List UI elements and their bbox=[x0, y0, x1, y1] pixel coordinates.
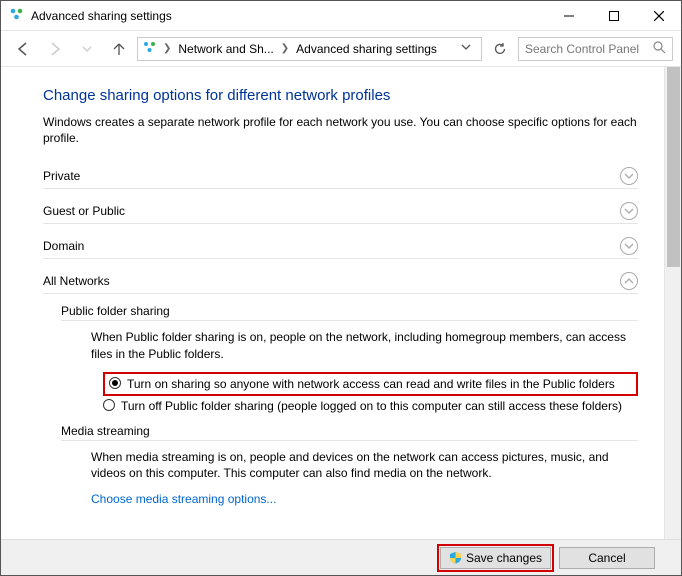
content: Change sharing options for different net… bbox=[1, 67, 664, 541]
sub-desc: When Public folder sharing is on, people… bbox=[91, 329, 638, 361]
radio-turn-off-sharing[interactable]: Turn off Public folder sharing (people l… bbox=[103, 398, 638, 414]
refresh-button[interactable] bbox=[486, 35, 514, 63]
app-icon bbox=[9, 6, 25, 25]
chevron-down-icon bbox=[620, 167, 638, 185]
page-heading: Change sharing options for different net… bbox=[43, 87, 638, 104]
close-button[interactable] bbox=[636, 1, 681, 31]
radio-icon bbox=[103, 399, 115, 411]
save-changes-button[interactable]: Save changes bbox=[440, 547, 551, 569]
chevron-up-icon bbox=[620, 272, 638, 290]
radio-icon bbox=[109, 377, 121, 389]
breadcrumb-item-network[interactable]: Network and Sh... bbox=[174, 40, 277, 58]
maximize-button[interactable] bbox=[591, 1, 636, 31]
breadcrumb-item-advanced[interactable]: Advanced sharing settings bbox=[292, 40, 441, 58]
breadcrumb-dropdown[interactable] bbox=[455, 42, 477, 55]
section-private[interactable]: Private bbox=[43, 164, 638, 189]
chevron-down-icon bbox=[620, 237, 638, 255]
chevron-right-icon[interactable]: ❯ bbox=[162, 43, 172, 54]
radio-label: Turn off Public folder sharing (people l… bbox=[121, 398, 622, 414]
shield-icon bbox=[449, 551, 462, 564]
chevron-down-icon bbox=[620, 202, 638, 220]
footer: Save changes Cancel bbox=[1, 539, 681, 575]
sub-desc: When media streaming is on, people and d… bbox=[91, 449, 638, 481]
search-input[interactable]: Search Control Panel bbox=[518, 37, 673, 61]
public-folder-sharing: Public folder sharing When Public folder… bbox=[61, 304, 638, 414]
button-label: Cancel bbox=[588, 551, 625, 565]
section-guest[interactable]: Guest or Public bbox=[43, 199, 638, 224]
section-label: Domain bbox=[43, 239, 620, 253]
media-streaming: Media streaming When media streaming is … bbox=[61, 424, 638, 505]
section-label: All Networks bbox=[43, 274, 620, 288]
forward-button[interactable] bbox=[41, 35, 69, 63]
sub-title: Public folder sharing bbox=[61, 304, 638, 321]
navbar: ❯ Network and Sh... ❯ Advanced sharing s… bbox=[1, 31, 681, 67]
scrollbar[interactable] bbox=[664, 67, 681, 541]
minimize-button[interactable] bbox=[546, 1, 591, 31]
section-label: Private bbox=[43, 169, 620, 183]
button-label: Save changes bbox=[466, 551, 542, 565]
radio-label: Turn on sharing so anyone with network a… bbox=[127, 376, 615, 392]
back-button[interactable] bbox=[9, 35, 37, 63]
chevron-right-icon[interactable]: ❯ bbox=[280, 43, 290, 54]
sub-title: Media streaming bbox=[61, 424, 638, 441]
titlebar: Advanced sharing settings bbox=[1, 1, 681, 31]
scroll-thumb[interactable] bbox=[667, 67, 680, 267]
breadcrumb-icon bbox=[142, 39, 158, 58]
up-button[interactable] bbox=[105, 35, 133, 63]
section-all-networks[interactable]: All Networks bbox=[43, 269, 638, 294]
cancel-button[interactable]: Cancel bbox=[559, 547, 655, 569]
search-icon bbox=[653, 41, 666, 57]
media-streaming-link[interactable]: Choose media streaming options... bbox=[91, 492, 276, 506]
breadcrumb[interactable]: ❯ Network and Sh... ❯ Advanced sharing s… bbox=[137, 37, 482, 61]
page-subtext: Windows creates a separate network profi… bbox=[43, 114, 638, 146]
section-domain[interactable]: Domain bbox=[43, 234, 638, 259]
content-area: Change sharing options for different net… bbox=[1, 67, 681, 541]
window-title: Advanced sharing settings bbox=[31, 9, 546, 23]
section-label: Guest or Public bbox=[43, 204, 620, 218]
radio-turn-on-sharing[interactable]: Turn on sharing so anyone with network a… bbox=[103, 372, 638, 396]
recent-dropdown[interactable] bbox=[73, 35, 101, 63]
search-placeholder: Search Control Panel bbox=[525, 42, 653, 56]
